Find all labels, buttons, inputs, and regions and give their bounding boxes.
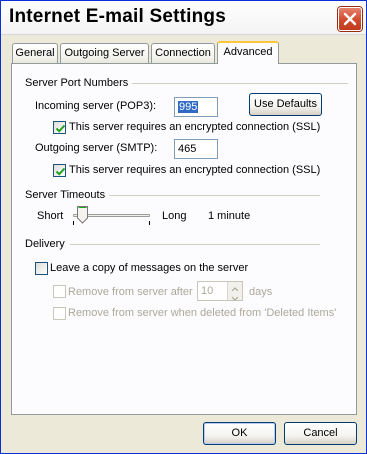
- chevron-down-icon: [231, 296, 239, 301]
- timeout-value-label: 1 minute: [208, 210, 251, 222]
- spin-down-button[interactable]: [228, 291, 242, 301]
- tab-label: Outgoing Server: [64, 47, 145, 59]
- tab-label: Connection: [155, 47, 211, 59]
- remove-after-days-value: 10: [201, 285, 214, 297]
- section-divider: [108, 195, 320, 196]
- remove-after-days-input[interactable]: 10: [197, 281, 243, 301]
- incoming-port-value: 995: [178, 101, 199, 113]
- outgoing-ssl-checkbox[interactable]: [53, 164, 66, 177]
- incoming-server-label: Incoming server (POP3):: [35, 100, 157, 112]
- tab-outgoing-server[interactable]: Outgoing Server: [60, 43, 149, 63]
- tab-advanced[interactable]: Advanced: [217, 41, 279, 64]
- use-defaults-label: Use Defaults: [254, 98, 317, 110]
- leave-copy-label[interactable]: Leave a copy of messages on the server: [50, 262, 248, 274]
- remove-after-unit: days: [249, 286, 273, 298]
- days-spinner[interactable]: [227, 282, 242, 301]
- incoming-port-input[interactable]: 995: [174, 97, 218, 117]
- checkmark-icon: [55, 167, 66, 176]
- timeout-long-label: Long: [162, 210, 187, 222]
- checkmark-icon: [55, 124, 66, 133]
- tab-connection[interactable]: Connection: [151, 43, 215, 63]
- server-ports-heading: Server Port Numbers: [25, 77, 133, 89]
- outgoing-port-input[interactable]: 465: [174, 139, 218, 159]
- settings-dialog: Internet E-mail Settings General Outgoin…: [0, 0, 367, 454]
- close-button[interactable]: [338, 7, 362, 31]
- incoming-ssl-checkbox[interactable]: [53, 121, 66, 134]
- remove-deleted-label: Remove from server when deleted from 'De…: [68, 307, 337, 319]
- delivery-heading: Delivery: [25, 238, 69, 250]
- slider-tick: [73, 221, 74, 225]
- slider-thumb-icon: [77, 206, 89, 224]
- remove-deleted-checkbox[interactable]: [53, 307, 66, 320]
- leave-copy-checkbox[interactable]: [35, 262, 48, 275]
- incoming-ssl-label[interactable]: This server requires an encrypted connec…: [69, 121, 320, 133]
- tab-label: General: [15, 47, 55, 59]
- slider-tick: [149, 221, 150, 225]
- title-bar[interactable]: Internet E-mail Settings: [1, 1, 366, 35]
- cancel-label: Cancel: [303, 427, 338, 439]
- outgoing-server-label: Outgoing server (SMTP):: [35, 142, 158, 154]
- server-timeouts-heading: Server Timeouts: [25, 189, 110, 201]
- window-title: Internet E-mail Settings: [9, 6, 227, 27]
- ok-button[interactable]: OK: [203, 422, 276, 445]
- timeout-slider-thumb[interactable]: [77, 206, 89, 224]
- cancel-button[interactable]: Cancel: [284, 422, 357, 445]
- tab-general[interactable]: General: [12, 43, 58, 63]
- outgoing-port-value: 465: [178, 143, 197, 155]
- timeout-short-label: Short: [37, 210, 64, 222]
- tab-label: Advanced: [223, 46, 273, 58]
- advanced-panel: Server Port Numbers Incoming server (POP…: [11, 63, 357, 415]
- close-x-icon: [343, 12, 357, 26]
- remove-after-checkbox[interactable]: [53, 285, 66, 298]
- use-defaults-button[interactable]: Use Defaults: [249, 93, 322, 116]
- section-divider: [70, 244, 320, 245]
- section-divider: [130, 83, 348, 84]
- outgoing-ssl-label[interactable]: This server requires an encrypted connec…: [69, 164, 320, 176]
- ok-label: OK: [231, 427, 248, 439]
- spin-up-button[interactable]: [228, 282, 242, 292]
- remove-after-label: Remove from server after: [68, 286, 193, 298]
